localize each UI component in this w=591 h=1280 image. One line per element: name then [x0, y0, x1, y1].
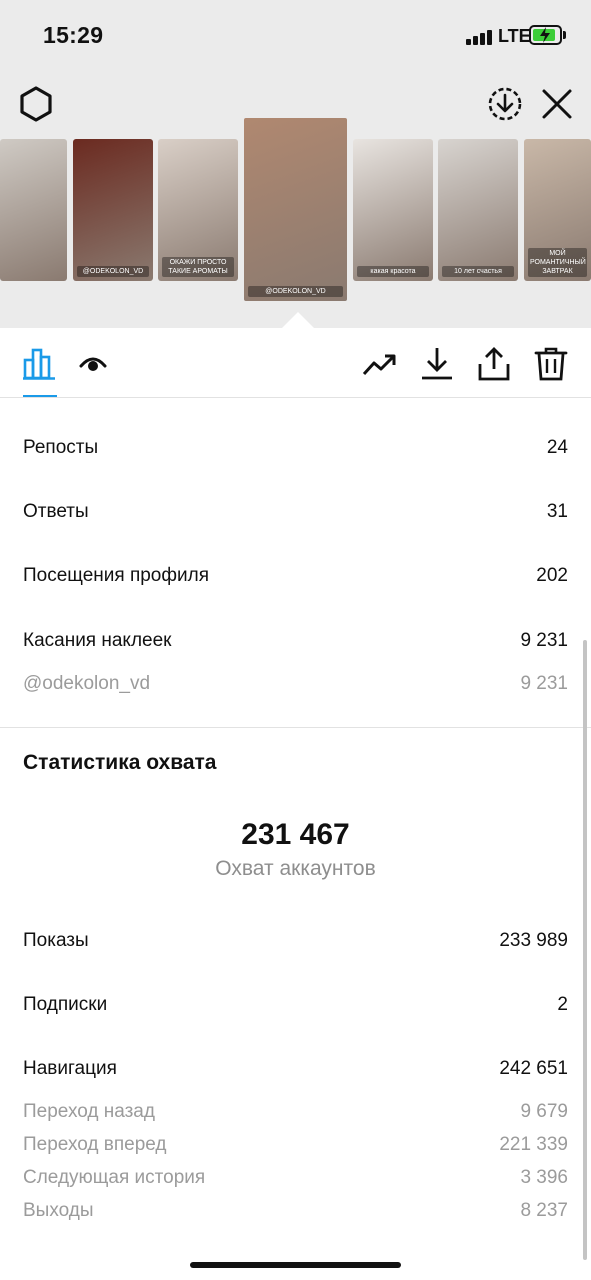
story-thumbnail[interactable]: какая красота [353, 139, 433, 281]
active-tab-indicator [23, 395, 57, 397]
stat-label: Навигация [23, 1058, 117, 1079]
stat-value: 2 [557, 994, 568, 1015]
status-time: 15:29 [43, 22, 104, 48]
scrollbar[interactable] [583, 640, 587, 1260]
story-thumbnail-label: @ODEKOLON_VD [248, 286, 343, 297]
stat-row-impressions: Показы 233 989 [23, 926, 568, 956]
stat-label: Переход вперед [23, 1134, 167, 1155]
stat-row-follows: Подписки 2 [23, 990, 568, 1020]
stat-value: 233 989 [499, 930, 568, 951]
network-label: LTE [498, 26, 531, 46]
stat-value: 221 339 [499, 1134, 568, 1155]
stat-value: 8 237 [520, 1200, 568, 1221]
signal-icon [466, 29, 492, 45]
stat-row-navigation: Навигация 242 651 [23, 1054, 568, 1084]
stat-label: @odekolon_vd [23, 673, 151, 694]
story-thumbnail-label: 10 лет счастья [442, 266, 514, 277]
stat-label: Подписки [23, 994, 108, 1015]
stat-value: 242 651 [499, 1058, 568, 1079]
stat-label: Репосты [23, 437, 99, 458]
bar-chart-icon[interactable] [22, 346, 58, 382]
stat-value: 9 231 [520, 673, 568, 694]
stat-value: 31 [546, 501, 568, 522]
story-thumbnail[interactable] [0, 139, 67, 281]
section-divider [0, 727, 591, 728]
stat-label: Выходы [23, 1200, 94, 1221]
story-thumbnail-label: МОЙ РОМАНТИЧНЫЙ ЗАВТРАК [528, 248, 587, 277]
download-icon[interactable] [419, 346, 455, 382]
stat-label: Следующая история [23, 1167, 206, 1188]
status-bar: 15:29 LTE [0, 0, 591, 70]
stat-row-forward: Переход вперед 221 339 [23, 1130, 568, 1160]
eye-icon[interactable] [76, 346, 112, 382]
reach-section-title: Статистика охвата [23, 751, 217, 774]
stat-value: 202 [536, 565, 568, 586]
stat-label: Переход назад [23, 1101, 155, 1122]
stat-label: Посещения профиля [23, 565, 209, 586]
story-thumbnail[interactable]: МОЙ РОМАНТИЧНЫЙ ЗАВТРАК [524, 139, 591, 281]
stat-value: 9 231 [520, 630, 568, 651]
stat-value: 9 679 [520, 1101, 568, 1122]
story-thumbnail-label: @ODEKOLON_VD [77, 266, 149, 277]
charging-bolt-icon [540, 27, 550, 43]
stat-row-back: Переход назад 9 679 [23, 1097, 568, 1127]
stat-row-exits: Выходы 8 237 [23, 1196, 568, 1226]
home-indicator[interactable] [190, 1262, 401, 1268]
share-icon[interactable] [476, 346, 512, 382]
story-thumbnails: @ODEKOLON_VD ОКАЖИ ПРОСТО ТАКИЕ АРОМАТЫ … [0, 118, 591, 308]
top-area: 15:29 LTE @ODEKOLON_VD ОКАЖИ ПРОСТО ТАКИ… [0, 0, 591, 328]
story-thumbnail-label: какая красота [357, 266, 429, 277]
stat-label: Показы [23, 930, 89, 951]
tab-bar [0, 328, 591, 398]
battery-nub [563, 31, 566, 39]
stat-label: Касания наклеек [23, 630, 172, 651]
current-story-pointer [282, 312, 314, 328]
stat-row-mention[interactable]: @odekolon_vd 9 231 [23, 669, 568, 699]
stat-row-replies: Ответы 31 [23, 497, 568, 527]
story-thumbnail[interactable]: 10 лет счастья [438, 139, 518, 281]
reach-total-label: Охват аккаунтов [215, 857, 376, 880]
story-thumbnail-current[interactable]: @ODEKOLON_VD [244, 118, 347, 301]
reach-total: 231 467 [241, 818, 350, 851]
stat-value: 24 [546, 437, 568, 458]
stat-row-sticker-taps: Касания наклеек 9 231 [23, 626, 568, 656]
stat-label: Ответы [23, 501, 89, 522]
story-thumbnail[interactable]: ОКАЖИ ПРОСТО ТАКИЕ АРОМАТЫ [158, 139, 238, 281]
trash-icon[interactable] [533, 346, 569, 382]
story-thumbnail[interactable]: @ODEKOLON_VD [73, 139, 153, 281]
stat-row-profile-visits: Посещения профиля 202 [23, 561, 568, 591]
story-thumbnail-label: ОКАЖИ ПРОСТО ТАКИЕ АРОМАТЫ [162, 257, 234, 277]
stat-value: 3 396 [520, 1167, 568, 1188]
stat-row-next-story: Следующая история 3 396 [23, 1163, 568, 1193]
stat-row-reposts: Репосты 24 [23, 433, 568, 463]
trend-icon[interactable] [362, 346, 398, 382]
